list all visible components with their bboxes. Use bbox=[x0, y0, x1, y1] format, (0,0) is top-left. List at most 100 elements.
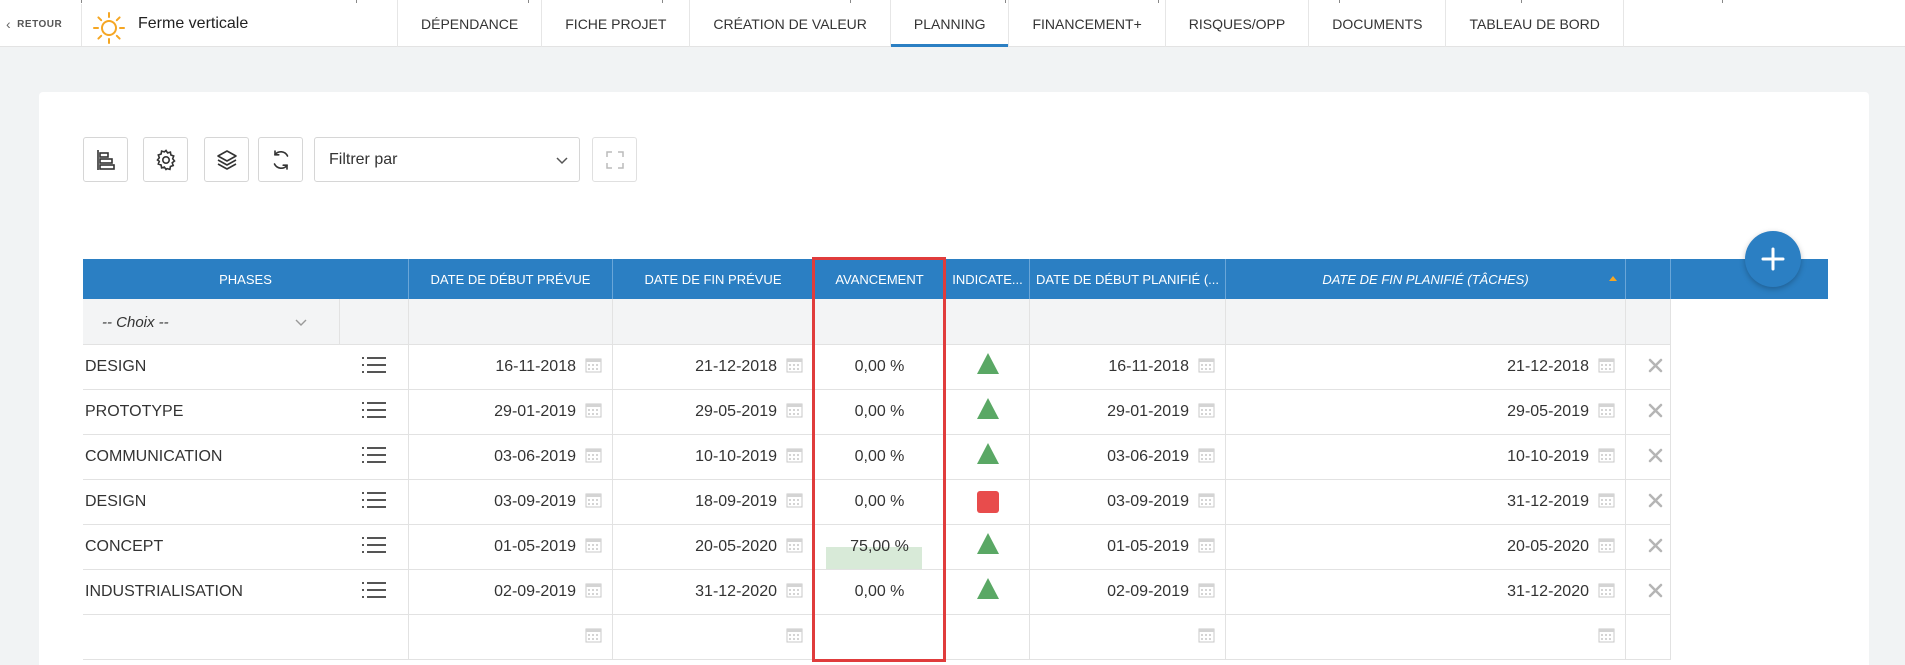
calendar-icon[interactable] bbox=[786, 357, 803, 373]
layers-button[interactable] bbox=[204, 137, 249, 182]
date-cell[interactable]: 31-12-2020 bbox=[1226, 570, 1626, 615]
delete-cell[interactable] bbox=[1626, 570, 1671, 615]
date-cell[interactable]: 31-12-2020 bbox=[613, 570, 814, 615]
header-start-planned[interactable]: DATE DE DÉBUT PRÉVUE bbox=[409, 259, 613, 299]
date-cell[interactable]: 20-05-2020 bbox=[1226, 525, 1626, 570]
delete-icon[interactable] bbox=[1648, 493, 1663, 508]
delete-cell[interactable] bbox=[1626, 435, 1671, 480]
list-icon[interactable] bbox=[362, 446, 386, 464]
calendar-icon[interactable] bbox=[1598, 492, 1615, 508]
header-indicator[interactable]: INDICATE... bbox=[946, 259, 1030, 299]
delete-icon[interactable] bbox=[1648, 583, 1663, 598]
date-cell[interactable]: 16-11-2018 bbox=[409, 345, 613, 390]
back-button[interactable]: ‹ RETOUR bbox=[6, 16, 62, 32]
list-icon[interactable] bbox=[362, 491, 386, 509]
calendar-icon[interactable] bbox=[1198, 627, 1215, 643]
delete-icon[interactable] bbox=[1648, 448, 1663, 463]
date-cell[interactable]: 29-01-2019 bbox=[1030, 390, 1226, 435]
date-cell[interactable]: 01-05-2019 bbox=[1030, 525, 1226, 570]
date-cell[interactable]: 01-05-2019 bbox=[409, 525, 613, 570]
phase-cell[interactable]: DESIGN bbox=[83, 345, 409, 390]
calendar-icon[interactable] bbox=[1198, 582, 1215, 598]
calendar-icon[interactable] bbox=[1598, 582, 1615, 598]
delete-cell[interactable] bbox=[1626, 390, 1671, 435]
calendar-icon[interactable] bbox=[585, 447, 602, 463]
delete-icon[interactable] bbox=[1648, 403, 1663, 418]
calendar-icon[interactable] bbox=[1198, 537, 1215, 553]
calendar-icon[interactable] bbox=[786, 402, 803, 418]
date-cell[interactable]: 03-06-2019 bbox=[1030, 435, 1226, 480]
calendar-icon[interactable] bbox=[786, 537, 803, 553]
choice-select[interactable]: -- Choix -- bbox=[92, 307, 322, 337]
settings-button[interactable] bbox=[143, 137, 188, 182]
delete-icon[interactable] bbox=[1648, 538, 1663, 553]
delete-cell[interactable] bbox=[1626, 345, 1671, 390]
phase-cell[interactable]: INDUSTRIALISATION bbox=[83, 570, 409, 615]
calendar-icon[interactable] bbox=[786, 447, 803, 463]
header-end-scheduled[interactable]: DATE DE FIN PLANIFIÉ (TÂCHES) bbox=[1226, 259, 1626, 299]
date-cell[interactable]: 18-09-2019 bbox=[613, 480, 814, 525]
calendar-icon[interactable] bbox=[1198, 447, 1215, 463]
phase-cell[interactable]: CONCEPT bbox=[83, 525, 409, 570]
calendar-icon[interactable] bbox=[786, 627, 803, 643]
fullscreen-button[interactable] bbox=[592, 137, 637, 182]
date-cell[interactable] bbox=[409, 615, 613, 660]
header-end-planned[interactable]: DATE DE FIN PRÉVUE bbox=[613, 259, 814, 299]
date-cell[interactable]: 29-05-2019 bbox=[613, 390, 814, 435]
date-cell[interactable]: 03-06-2019 bbox=[409, 435, 613, 480]
calendar-icon[interactable] bbox=[786, 492, 803, 508]
calendar-icon[interactable] bbox=[1598, 627, 1615, 643]
calendar-icon[interactable] bbox=[585, 357, 602, 373]
date-cell[interactable]: 31-12-2019 bbox=[1226, 480, 1626, 525]
calendar-icon[interactable] bbox=[1598, 402, 1615, 418]
progress-cell[interactable]: 0,00 % bbox=[814, 570, 946, 615]
calendar-icon[interactable] bbox=[1198, 492, 1215, 508]
date-cell[interactable]: 10-10-2019 bbox=[1226, 435, 1626, 480]
tab-dependance[interactable]: DÉPENDANCE bbox=[397, 0, 543, 47]
header-phases[interactable]: PHASES bbox=[83, 259, 409, 299]
date-cell[interactable]: 03-09-2019 bbox=[409, 480, 613, 525]
tab-creation-de-valeur[interactable]: CRÉATION DE VALEUR bbox=[690, 0, 891, 47]
calendar-icon[interactable] bbox=[585, 402, 602, 418]
phase-cell[interactable]: COMMUNICATION bbox=[83, 435, 409, 480]
date-cell[interactable]: 02-09-2019 bbox=[409, 570, 613, 615]
date-cell[interactable]: 10-10-2019 bbox=[613, 435, 814, 480]
calendar-icon[interactable] bbox=[585, 537, 602, 553]
calendar-icon[interactable] bbox=[786, 582, 803, 598]
list-icon[interactable] bbox=[362, 356, 386, 374]
new-row-cell[interactable] bbox=[83, 615, 409, 660]
calendar-icon[interactable] bbox=[585, 492, 602, 508]
calendar-icon[interactable] bbox=[1598, 357, 1615, 373]
date-cell[interactable]: 29-05-2019 bbox=[1226, 390, 1626, 435]
list-icon[interactable] bbox=[362, 536, 386, 554]
date-cell[interactable]: 16-11-2018 bbox=[1030, 345, 1226, 390]
delete-icon[interactable] bbox=[1648, 358, 1663, 373]
date-cell[interactable] bbox=[1226, 615, 1626, 660]
tab-fiche-projet[interactable]: FICHE PROJET bbox=[542, 0, 691, 47]
date-cell[interactable]: 02-09-2019 bbox=[1030, 570, 1226, 615]
tab-planning[interactable]: PLANNING bbox=[890, 0, 1010, 47]
filter-dropdown[interactable]: Filtrer par bbox=[314, 137, 580, 182]
date-cell[interactable]: 21-12-2018 bbox=[613, 345, 814, 390]
progress-cell[interactable]: 0,00 % bbox=[814, 345, 946, 390]
date-cell[interactable]: 03-09-2019 bbox=[1030, 480, 1226, 525]
calendar-icon[interactable] bbox=[585, 582, 602, 598]
calendar-icon[interactable] bbox=[1598, 537, 1615, 553]
calendar-icon[interactable] bbox=[1198, 402, 1215, 418]
header-start-scheduled[interactable]: DATE DE DÉBUT PLANIFIÉ (... bbox=[1030, 259, 1226, 299]
progress-cell[interactable]: 75,00 % bbox=[814, 525, 946, 570]
date-cell[interactable] bbox=[1030, 615, 1226, 660]
tab-risques-opp[interactable]: RISQUES/OPP bbox=[1166, 0, 1310, 47]
list-icon[interactable] bbox=[362, 401, 386, 419]
phase-cell[interactable]: PROTOTYPE bbox=[83, 390, 409, 435]
delete-cell[interactable] bbox=[1626, 480, 1671, 525]
calendar-icon[interactable] bbox=[1598, 447, 1615, 463]
progress-cell[interactable]: 0,00 % bbox=[814, 390, 946, 435]
progress-cell[interactable] bbox=[814, 615, 946, 660]
phase-cell[interactable]: DESIGN bbox=[83, 480, 409, 525]
calendar-icon[interactable] bbox=[1198, 357, 1215, 373]
date-cell[interactable] bbox=[613, 615, 814, 660]
add-phase-button[interactable] bbox=[1745, 231, 1801, 287]
date-cell[interactable]: 20-05-2020 bbox=[613, 525, 814, 570]
tab-documents[interactable]: DOCUMENTS bbox=[1309, 0, 1447, 47]
